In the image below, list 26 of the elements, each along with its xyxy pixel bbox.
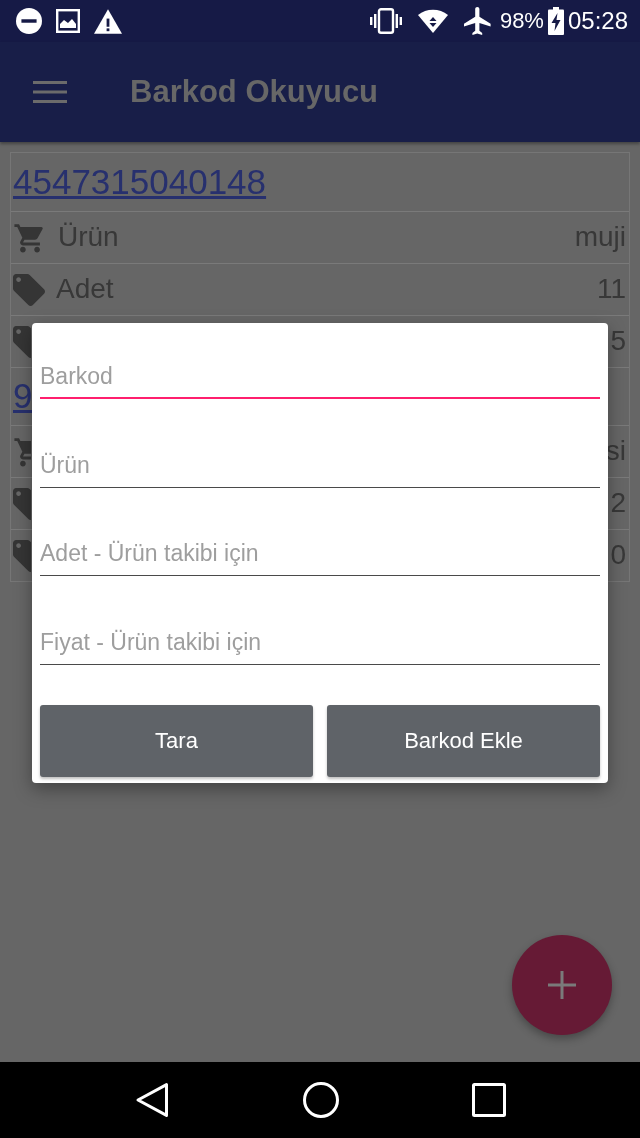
- warning-icon: [94, 8, 122, 34]
- tag-icon: [13, 273, 45, 306]
- tag-icon: [13, 325, 31, 358]
- battery-charging-icon: [547, 7, 564, 35]
- recent-apps-icon[interactable]: [472, 1083, 506, 1117]
- airplane-icon: [463, 7, 492, 35]
- clock: 05:28: [567, 9, 628, 33]
- menu-icon[interactable]: [33, 81, 67, 103]
- tag-icon: [13, 539, 31, 572]
- back-icon[interactable]: [135, 1082, 169, 1118]
- battery-percentage: 98%: [499, 10, 544, 32]
- text-field[interactable]: Fiyat - Ürün takibi için: [40, 620, 600, 665]
- plus-icon: [548, 971, 576, 999]
- cart-icon: [13, 436, 31, 467]
- dialog-button[interactable]: Tara: [40, 704, 313, 777]
- text-field[interactable]: Barkod: [40, 355, 600, 399]
- text-field[interactable]: Ürün: [40, 443, 600, 488]
- vibrate-icon: [369, 8, 402, 34]
- wifi-icon: [417, 9, 448, 33]
- home-icon[interactable]: [302, 1082, 339, 1118]
- tag-icon: [13, 487, 31, 520]
- text-field[interactable]: Adet - Ürün takibi için: [40, 532, 600, 576]
- dialog-button[interactable]: Barkod Ekle: [327, 704, 600, 777]
- minus-circle-icon: [16, 8, 42, 34]
- app-title: Barkod Okuyucu: [130, 72, 379, 111]
- image-icon: [56, 9, 80, 33]
